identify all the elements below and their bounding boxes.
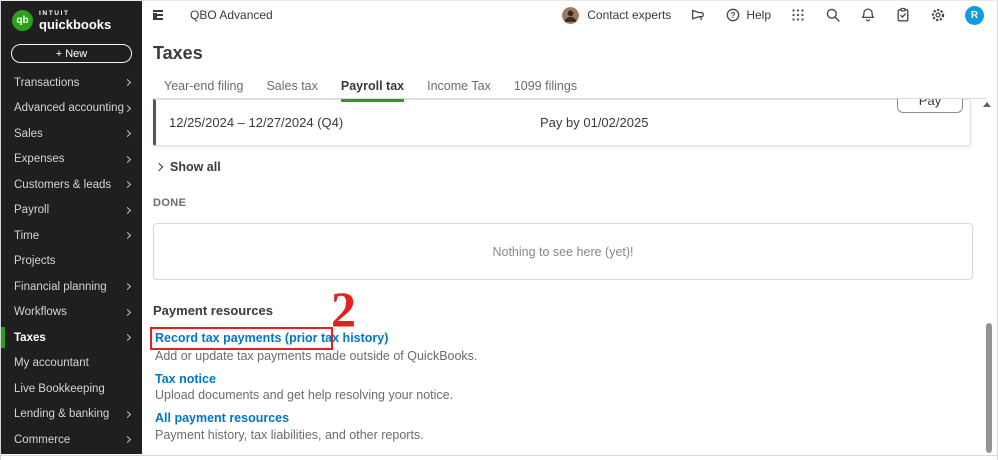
sidebar-item-workflows[interactable]: Workflows [1,300,142,326]
chevron-right-icon [123,283,132,291]
payment-resources-heading: Payment resources [153,303,273,318]
topbar: QBO Advanced Contact experts ? Help R [142,1,997,29]
sidebar-item-expenses[interactable]: Expenses [1,147,142,173]
tax-due-date: Pay by 01/02/2025 [540,115,649,130]
contact-experts[interactable]: Contact experts [562,6,672,24]
megaphone-icon[interactable] [690,7,706,23]
show-all-label: Show all [170,160,221,174]
tab-year-end-filing[interactable]: Year-end filing [164,79,243,102]
tab-1099-filings[interactable]: 1099 filings [514,79,577,102]
chevron-right-icon [123,130,132,138]
sidebar-item-projects[interactable]: Projects [1,249,142,275]
all-payment-resources-link[interactable]: All payment resources [155,411,289,425]
window-bottom-border [1,455,997,456]
quickbooks-logo: qb INTUIT quickbooks [1,1,142,31]
notifications-bell-icon[interactable] [860,7,876,23]
help-label: Help [746,8,771,22]
quickbooks-logo-icon: qb [12,10,33,31]
tasks-clipboard-icon[interactable] [895,7,911,23]
company-name[interactable]: QBO Advanced [190,8,273,22]
chevron-right-icon [123,410,132,418]
chevron-right-icon [154,162,164,172]
sidebar-item-live-bookkeeping[interactable]: Live Bookkeeping [1,376,142,402]
help-menu[interactable]: ? Help [725,7,771,23]
chevron-right-icon [123,79,132,87]
sidebar: qb INTUIT quickbooks + New Transactions … [1,1,142,454]
chevron-right-icon [123,181,132,189]
expert-avatar [562,6,580,24]
chevron-right-icon [123,436,132,444]
pay-button[interactable]: Pay [897,99,963,113]
tax-notice-link[interactable]: Tax notice [155,372,216,386]
record-tax-payments-link[interactable]: Record tax payments (prior tax history) [155,331,388,345]
tax-due-row[interactable]: 12/25/2024 – 12/27/2024 (Q4) Pay by 01/0… [153,99,971,146]
active-indicator [1,327,5,348]
scrollbar-up-arrow[interactable] [983,102,991,107]
sidebar-item-my-accountant[interactable]: My accountant [1,351,142,377]
empty-state-message: Nothing to see here (yet)! [492,244,634,259]
scrollbar-thumb[interactable] [986,323,992,453]
page-title: Taxes [153,43,203,63]
show-all-toggle[interactable]: Show all [154,160,221,174]
sidebar-item-transactions[interactable]: Transactions [1,70,142,96]
sidebar-item-time[interactable]: Time [1,223,142,249]
tab-income-tax[interactable]: Income Tax [427,79,491,102]
tax-period: 12/25/2024 – 12/27/2024 (Q4) [169,115,344,130]
chevron-right-icon [123,232,132,240]
payroll-tax-content: Pay 12/25/2024 – 12/27/2024 (Q4) Pay by … [142,99,988,456]
svg-text:?: ? [731,10,736,20]
sidebar-item-taxes[interactable]: Taxes [1,325,142,351]
app-window: qb INTUIT quickbooks + New Transactions … [0,0,998,460]
help-icon: ? [725,7,741,23]
tab-payroll-tax[interactable]: Payroll tax [340,79,405,102]
sidebar-item-sales[interactable]: Sales [1,121,142,147]
sidebar-item-advanced-accounting[interactable]: Advanced accounting [1,96,142,122]
all-payment-resources-description: Payment history, tax liabilities, and ot… [155,428,424,442]
chevron-right-icon [123,334,132,342]
sidebar-item-customers-leads[interactable]: Customers & leads [1,172,142,198]
sidebar-item-financial-planning[interactable]: Financial planning [1,274,142,300]
new-button[interactable]: + New [11,44,132,64]
chevron-right-icon [123,104,132,112]
record-tax-payments-description: Add or update tax payments made outside … [155,349,478,363]
sidebar-item-lending-banking[interactable]: Lending & banking [1,402,142,428]
chevron-right-icon [123,308,132,316]
quickbooks-wordmark: quickbooks [39,16,112,32]
chevron-right-icon [123,155,132,163]
tab-sales-tax[interactable]: Sales tax [266,79,317,102]
hamburger-menu-icon[interactable] [153,9,169,21]
settings-gear-icon[interactable] [930,7,946,23]
sidebar-nav: Transactions Advanced accounting Sales E… [1,70,142,453]
tax-tabs: Year-end filing Sales tax Payroll tax In… [164,79,577,102]
search-icon[interactable] [825,7,841,23]
chevron-right-icon [123,206,132,214]
contact-experts-label: Contact experts [587,8,672,22]
tax-notice-description: Upload documents and get help resolving … [155,388,454,402]
done-empty-state: Nothing to see here (yet)! [153,223,973,280]
sidebar-item-payroll[interactable]: Payroll [1,198,142,224]
sidebar-item-commerce[interactable]: Commerce [1,427,142,453]
annotation-step-number: 2 [331,281,356,337]
done-section-heading: DONE [153,197,187,209]
apps-grid-icon[interactable] [790,7,806,23]
user-avatar[interactable]: R [965,5,984,25]
